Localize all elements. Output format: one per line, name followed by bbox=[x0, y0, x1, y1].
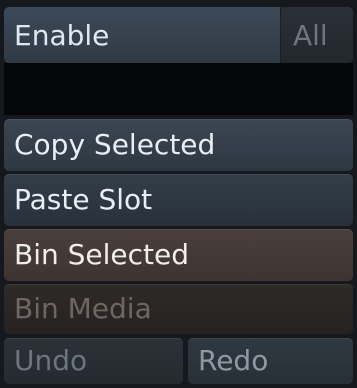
bin-media-button[interactable]: Bin Media bbox=[4, 284, 353, 334]
undo-label: Undo bbox=[14, 344, 88, 377]
bin-selected-button[interactable]: Bin Selected bbox=[4, 229, 353, 281]
enable-label: Enable bbox=[14, 18, 110, 52]
undo-button[interactable]: Undo bbox=[4, 338, 183, 384]
empty-slot-area bbox=[4, 63, 353, 115]
enable-mode-toggle: Enable All bbox=[4, 7, 353, 63]
enable-button[interactable]: Enable bbox=[4, 7, 280, 63]
bin-media-label: Bin Media bbox=[14, 292, 152, 325]
bin-selected-label: Bin Selected bbox=[14, 238, 190, 271]
copy-selected-button[interactable]: Copy Selected bbox=[4, 119, 353, 171]
redo-button[interactable]: Redo bbox=[188, 338, 353, 384]
redo-label: Redo bbox=[198, 344, 269, 377]
all-button[interactable]: All bbox=[280, 7, 353, 63]
all-label: All bbox=[293, 18, 328, 52]
paste-slot-label: Paste Slot bbox=[14, 183, 153, 216]
paste-slot-button[interactable]: Paste Slot bbox=[4, 174, 353, 226]
clip-actions-panel: Enable All Copy Selected Paste Slot Bin … bbox=[0, 0, 357, 388]
copy-selected-label: Copy Selected bbox=[14, 128, 216, 161]
